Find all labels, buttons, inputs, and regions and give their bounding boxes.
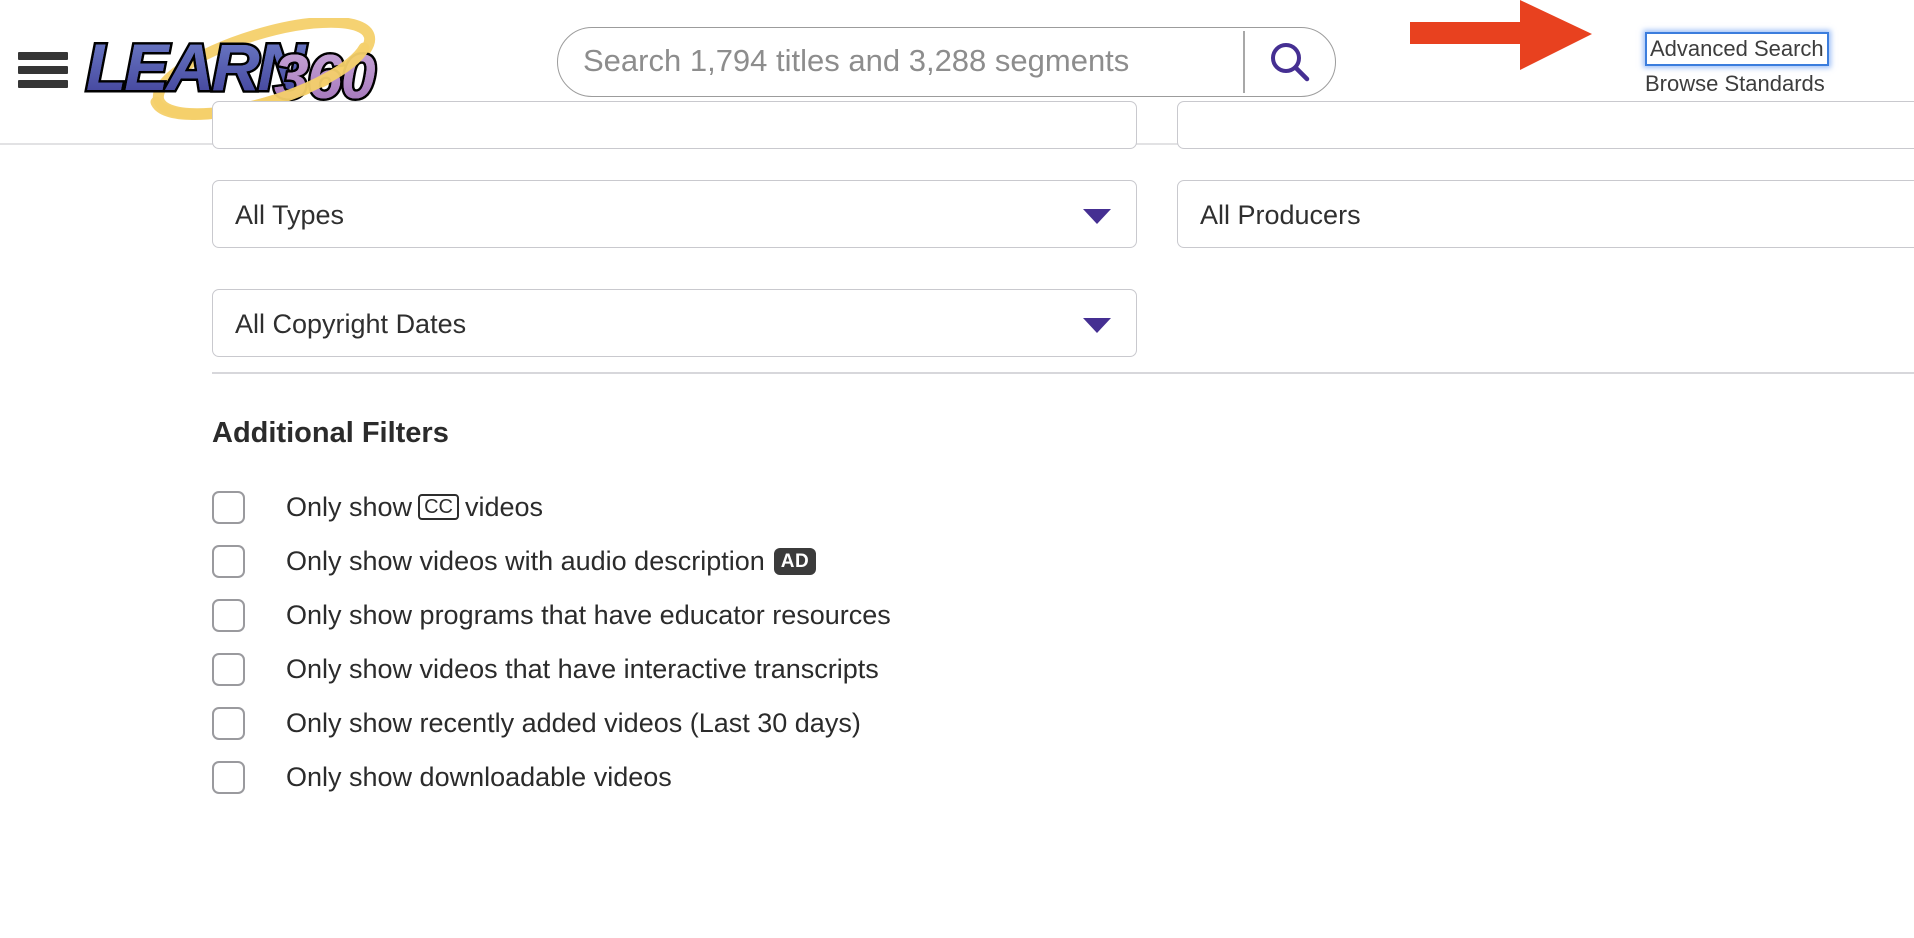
page-root: LEARN LEARN 360 360 DISTRICT Adva [0, 0, 1914, 938]
filter-checkbox-closed-captions[interactable]: Only show CC videos [212, 480, 1412, 534]
checkbox-closed-captions[interactable] [212, 490, 245, 524]
checkbox-educator-resources[interactable] [212, 598, 245, 632]
filter-select-types-label: All Types [235, 199, 345, 230]
additional-filters-title: Additional Filters [212, 417, 449, 449]
filter-row-copyright: All Copyright Dates [212, 289, 1914, 398]
filter-checkbox-recently-added[interactable]: Only show recently added videos (Last 30… [212, 696, 1412, 750]
search-divider [1243, 31, 1245, 93]
browse-standards-link[interactable]: Browse Standards [1645, 71, 1885, 97]
label-text-prefix: Only show [286, 491, 413, 522]
checkbox-label-downloadable: Only show downloadable videos [286, 761, 672, 792]
search-input[interactable] [581, 27, 1241, 95]
cc-badge-icon: CC [418, 494, 459, 520]
chevron-down-icon [1083, 209, 1111, 224]
advanced-search-link[interactable]: Advanced Search [1645, 32, 1829, 67]
search-submit-button[interactable] [1251, 33, 1329, 91]
checkbox-downloadable[interactable] [212, 760, 245, 794]
filter-checkbox-interactive-transcripts[interactable]: Only show videos that have interactive t… [212, 642, 1412, 696]
checkbox-label-audio-description: Only show videos with audio description … [286, 545, 817, 577]
section-divider [212, 372, 1914, 374]
checkbox-recently-added[interactable] [212, 706, 245, 740]
filter-select-copyright-dates[interactable]: All Copyright Dates [212, 289, 1137, 357]
filter-select-producers-label: All Producers [1200, 199, 1361, 230]
filter-grid: All Types All Producers All Copyright Da… [212, 125, 1914, 357]
label-text-suffix: videos [464, 491, 543, 522]
hamburger-bar-3 [18, 80, 68, 88]
search-magnifier-icon [1271, 43, 1310, 82]
annotation-arrow-icon [1410, 0, 1592, 70]
filter-checkbox-downloadable[interactable]: Only show downloadable videos [212, 750, 1412, 804]
checkbox-label-interactive-transcripts: Only show videos that have interactive t… [286, 653, 879, 684]
additional-filters-list: Only show CC videos Only show videos wit… [212, 480, 1412, 804]
filter-select-copyright-dates-label: All Copyright Dates [235, 308, 467, 339]
filter-checkbox-educator-resources[interactable]: Only show programs that have educator re… [212, 588, 1412, 642]
advanced-search-panel: All Types All Producers All Copyright Da… [0, 101, 1914, 938]
checkbox-interactive-transcripts[interactable] [212, 652, 245, 686]
filter-checkbox-audio-description[interactable]: Only show videos with audio description … [212, 534, 1412, 588]
checkbox-label-recently-added: Only show recently added videos (Last 30… [286, 707, 861, 738]
search-bar [557, 27, 1336, 97]
filter-select-types[interactable]: All Types [212, 180, 1137, 248]
filter-select-producers[interactable]: All Producers [1177, 180, 1914, 248]
header-links: Advanced Search Browse Standards [1645, 32, 1885, 98]
ad-badge-icon: AD [773, 547, 817, 575]
label-text-prefix: Only show videos with audio description [286, 545, 765, 576]
chevron-down-icon [1083, 318, 1111, 333]
hamburger-bar-1 [18, 52, 68, 60]
checkbox-label-educator-resources: Only show programs that have educator re… [286, 599, 891, 630]
hamburger-bar-2 [18, 66, 68, 74]
checkbox-label-closed-captions: Only show CC videos [286, 492, 543, 523]
filter-row-types: All Types All Producers [212, 180, 1914, 289]
checkbox-audio-description[interactable] [212, 544, 245, 578]
hamburger-menu-icon[interactable] [18, 45, 68, 95]
